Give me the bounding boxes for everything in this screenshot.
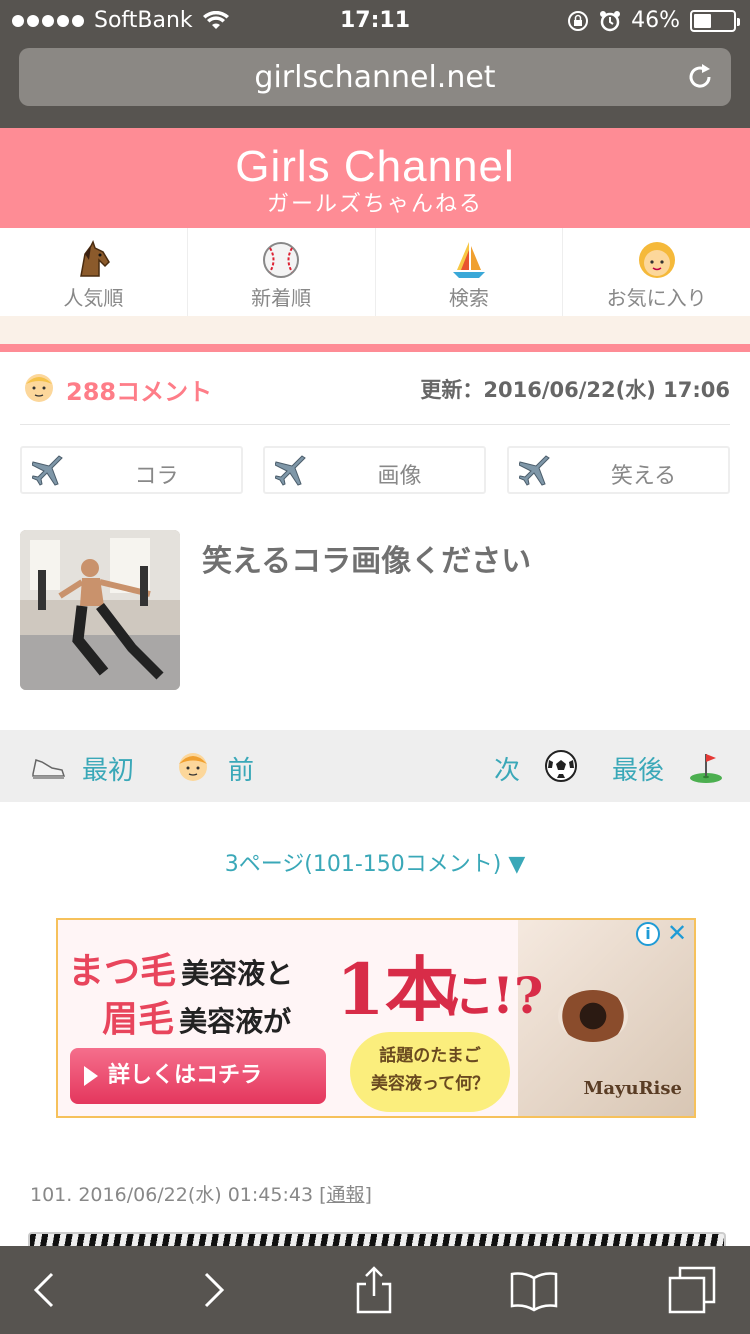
ad-text-serum-and: 美容液と <box>181 957 294 990</box>
url-text: girlschannel.net <box>254 60 496 95</box>
pager-last[interactable]: 最後 <box>612 750 664 787</box>
comment-meta: 101. 2016/06/22(水) 01:45:43 [通報] <box>30 1180 372 1207</box>
horse-icon <box>80 240 111 277</box>
main-nav: 人気順 新着順 検索 お気に入り <box>0 228 750 316</box>
topic-thumbnail[interactable] <box>20 530 180 690</box>
tag-label: コラ <box>134 464 179 489</box>
nav-item-favorites[interactable]: お気に入り <box>563 228 750 316</box>
dancer-photo <box>20 530 180 690</box>
soccer-ball-icon <box>545 750 577 782</box>
share-icon[interactable] <box>350 1266 398 1314</box>
comment-count[interactable]: 288コメント <box>66 372 212 407</box>
nav-item-search[interactable]: 検索 <box>376 228 564 316</box>
sneaker-icon <box>32 759 66 779</box>
status-bar: SoftBank 17:11 46% <box>0 0 750 42</box>
ad-text-one-bottle: 1本 <box>336 948 455 1031</box>
alarm-icon <box>600 10 621 31</box>
site-header[interactable]: Girls Channel ガールズちゃんねる <box>0 128 750 228</box>
ad-speech-bubble: 話題のたまご 美容液って何？ <box>350 1032 510 1112</box>
topic-title: 笑えるコラ画像ください <box>202 544 532 579</box>
tag-image[interactable]: 画像 <box>263 446 486 494</box>
status-right: 46% <box>567 8 740 33</box>
site-logo[interactable]: Girls Channel <box>0 142 750 192</box>
ad-text-eyelash: まつ毛 <box>68 950 177 992</box>
topic-header: 笑えるコラ画像ください <box>20 530 730 690</box>
tag-funny[interactable]: 笑える <box>507 446 730 494</box>
tag-kora[interactable]: コラ <box>20 446 243 494</box>
nav-item-newest[interactable]: 新着順 <box>188 228 376 316</box>
bookmarks-icon[interactable] <box>510 1266 558 1314</box>
pagination-bar: 最初 前 次 最後 <box>0 730 750 802</box>
golf-flag-icon <box>690 754 722 783</box>
comment-number-and-date: 101. 2016/06/22(水) 01:45:43 <box>30 1184 320 1206</box>
ad-line-2: 眉毛 美容液が <box>102 990 291 1042</box>
nav-label-popular: 人気順 <box>63 286 124 310</box>
tabs-icon[interactable] <box>668 1266 716 1314</box>
tag-label: 笑える <box>610 464 677 489</box>
battery-icon <box>690 9 740 32</box>
pager-next[interactable]: 次 <box>494 750 520 787</box>
tag-label: 画像 <box>377 464 422 489</box>
nav-label-favorites: お気に入り <box>606 286 707 310</box>
play-arrow-icon <box>84 1066 98 1086</box>
battery-level <box>694 13 712 28</box>
header-divider-line <box>0 344 750 352</box>
site-logo-subtitle: ガールズちゃんねる <box>266 192 483 217</box>
back-arrow-icon[interactable] <box>22 1266 70 1314</box>
meta-divider <box>20 424 730 425</box>
advertisement-banner[interactable]: まつ毛 美容液と 眉毛 美容液が 1本 に!? 詳しくはコチラ 話題のたまご 美… <box>56 918 696 1118</box>
ad-details-button[interactable]: 詳しくはコチラ <box>70 1048 326 1104</box>
sailboat-icon <box>452 242 485 278</box>
ad-text-eyebrow: 眉毛 <box>102 998 175 1040</box>
page-range-selector[interactable]: 3ページ(101-150コメント) ▼ <box>0 846 750 878</box>
updated-timestamp: 更新：2016/06/22(水) 17:06 <box>420 378 730 402</box>
airplane-icon <box>519 455 550 486</box>
ad-close-icon[interactable]: ✕ <box>664 920 690 946</box>
airplane-icon <box>275 455 306 486</box>
man-face-icon <box>25 374 53 402</box>
ad-info-icon[interactable]: i <box>636 922 660 946</box>
ad-line-1: まつ毛 美容液と <box>68 942 293 994</box>
browser-toolbar <box>0 1246 750 1334</box>
ad-brand-logo: MayuRise <box>583 1078 682 1099</box>
report-link[interactable]: [通報] <box>319 1184 372 1206</box>
battery-percent: 46% <box>631 8 680 33</box>
nav-label-search: 検索 <box>448 286 489 310</box>
address-bar[interactable]: girlschannel.net <box>19 48 731 106</box>
topic-tags: コラ 画像 笑える <box>20 446 730 494</box>
boy-face-icon <box>179 753 207 781</box>
topic-meta: 288コメント 更新：2016/06/22(水) 17:06 <box>20 370 730 406</box>
forward-arrow-icon[interactable] <box>188 1266 236 1314</box>
browser-chrome-top: SoftBank 17:11 46% girlschannel.net <box>0 0 750 128</box>
nav-label-newest: 新着順 <box>251 286 312 310</box>
ad-button-label: 詳しくはコチラ <box>108 1063 263 1088</box>
pager-prev[interactable]: 前 <box>228 750 254 787</box>
ad-text-serum-ga: 美容液が <box>179 1005 292 1038</box>
ad-bubble-line-1: 話題のたまご <box>379 1046 481 1066</box>
rotation-lock-icon <box>568 10 589 31</box>
nav-item-popular[interactable]: 人気順 <box>0 228 188 316</box>
airplane-icon <box>32 455 63 486</box>
reload-icon[interactable] <box>685 62 715 92</box>
nav-spacer-bar <box>0 316 750 344</box>
ad-bubble-line-2: 美容液って何？ <box>370 1074 490 1094</box>
pager-first[interactable]: 最初 <box>82 750 134 787</box>
baseball-icon <box>263 242 300 278</box>
girl-face-icon <box>638 242 675 278</box>
ad-text-ni: に!? <box>442 966 544 1025</box>
